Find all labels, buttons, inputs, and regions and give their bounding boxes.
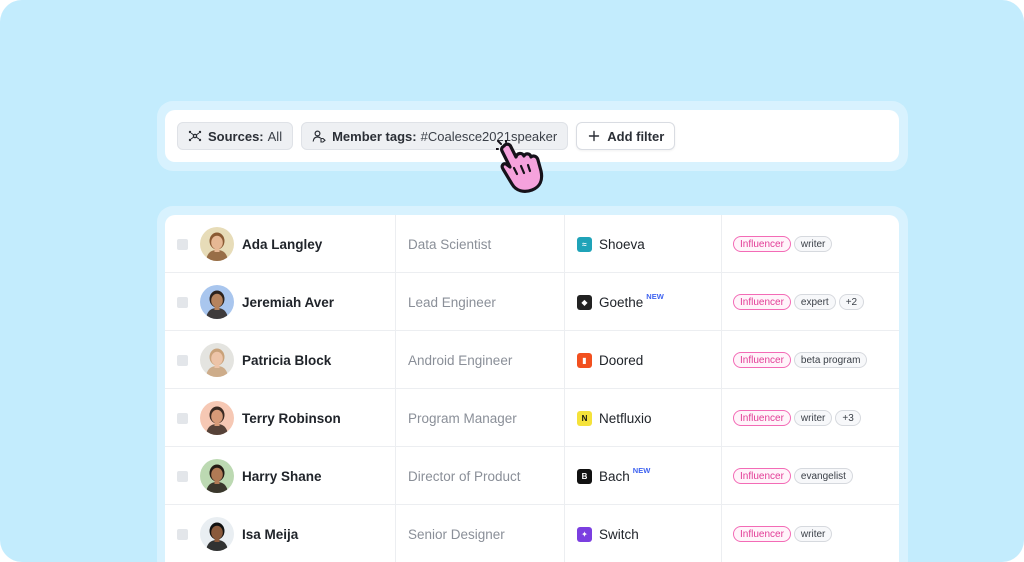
- member-tag[interactable]: +2: [838, 294, 865, 310]
- member-role-cell: Android Engineer: [396, 331, 565, 389]
- member-role-cell: Senior Designer: [396, 505, 565, 562]
- table-row[interactable]: Isa Meija Senior Designer ✦ Switch Influ…: [165, 505, 899, 562]
- new-badge: NEW: [632, 465, 651, 475]
- members-table: Ada Langley Data Scientist ≈ Shoeva Infl…: [165, 215, 899, 562]
- table-row[interactable]: Ada Langley Data Scientist ≈ Shoeva Infl…: [165, 215, 899, 273]
- table-row[interactable]: Harry Shane Director of Product B Bach N…: [165, 447, 899, 505]
- member-tag[interactable]: expert: [793, 294, 836, 310]
- influencer-tag[interactable]: Influencer: [733, 410, 791, 426]
- influencer-tag[interactable]: Influencer: [733, 352, 791, 368]
- org-logo-icon: ◆: [577, 294, 592, 310]
- org-logo-icon: ✦: [577, 526, 592, 542]
- member-org-cell: ▮ Doored: [565, 331, 722, 389]
- member-tags-cell: Influencer beta program: [722, 331, 899, 389]
- sources-filter-chip[interactable]: Sources: All: [177, 122, 294, 150]
- hand-pointer-cursor-icon: [496, 140, 544, 193]
- member-name[interactable]: Harry Shane: [242, 469, 322, 484]
- influencer-tag[interactable]: Influencer: [733, 294, 791, 310]
- table-row[interactable]: Jeremiah Aver Lead Engineer ◆ Goethe NEW…: [165, 273, 899, 331]
- org-name[interactable]: Bach: [599, 469, 630, 484]
- member-name-cell: Patricia Block: [165, 331, 396, 389]
- sources-icon: [188, 129, 202, 143]
- org-name[interactable]: Doored: [599, 353, 643, 368]
- row-checkbox[interactable]: [177, 354, 188, 366]
- member-name[interactable]: Patricia Block: [242, 353, 331, 368]
- influencer-tag[interactable]: Influencer: [733, 468, 791, 484]
- member-role: Lead Engineer: [408, 294, 496, 310]
- member-tag[interactable]: beta program: [793, 352, 868, 368]
- member-role: Data Scientist: [408, 236, 492, 252]
- add-filter-label: Add filter: [607, 128, 665, 144]
- member-role-cell: Lead Engineer: [396, 273, 565, 331]
- avatar: [200, 401, 234, 435]
- add-filter-button[interactable]: Add filter: [576, 122, 676, 150]
- member-name[interactable]: Isa Meija: [242, 527, 298, 542]
- row-checkbox[interactable]: [177, 238, 188, 250]
- org-logo-icon: N: [577, 410, 592, 426]
- member-org-cell: ◆ Goethe NEW: [565, 273, 722, 331]
- member-org-cell: ≈ Shoeva: [565, 215, 722, 273]
- org-name[interactable]: Netfluxio: [599, 411, 652, 426]
- org-logo-icon: B: [577, 468, 592, 484]
- member-role: Director of Product: [408, 468, 521, 484]
- background-canvas: Sources: All Member tags: #Coalesce2021s…: [0, 0, 1024, 562]
- sources-filter-label: Sources:: [208, 128, 264, 144]
- row-checkbox[interactable]: [177, 296, 188, 308]
- org-logo-icon: ▮: [577, 352, 592, 368]
- member-name-cell: Isa Meija: [165, 505, 396, 562]
- member-role: Android Engineer: [408, 352, 513, 368]
- member-tag[interactable]: writer: [793, 526, 833, 542]
- member-tags-filter-label: Member tags:: [332, 128, 417, 144]
- row-checkbox[interactable]: [177, 412, 188, 424]
- member-tags-icon: [312, 129, 326, 143]
- org-name[interactable]: Shoeva: [599, 237, 645, 252]
- table-row[interactable]: Patricia Block Android Engineer ▮ Doored…: [165, 331, 899, 389]
- sources-filter-value: All: [267, 128, 283, 144]
- member-name[interactable]: Ada Langley: [242, 237, 322, 252]
- influencer-tag[interactable]: Influencer: [733, 236, 791, 252]
- new-badge: NEW: [646, 291, 664, 301]
- member-org-cell: ✦ Switch: [565, 505, 722, 562]
- member-org-cell: N Netfluxio: [565, 389, 722, 447]
- member-tags-cell: Influencer evangelist: [722, 447, 899, 505]
- avatar: [200, 343, 234, 377]
- member-tags-cell: Influencer writer: [722, 215, 899, 273]
- member-org-cell: B Bach NEW: [565, 447, 722, 505]
- avatar: [200, 285, 234, 319]
- plus-icon: [587, 129, 601, 143]
- member-name-cell: Jeremiah Aver: [165, 273, 396, 331]
- org-name[interactable]: Switch: [599, 527, 639, 542]
- member-tags-cell: Influencer expert +2: [722, 273, 899, 331]
- row-checkbox[interactable]: [177, 528, 188, 540]
- member-name-cell: Ada Langley: [165, 215, 396, 273]
- influencer-tag[interactable]: Influencer: [733, 526, 791, 542]
- member-name[interactable]: Terry Robinson: [242, 411, 341, 426]
- member-role: Senior Designer: [408, 526, 505, 542]
- org-name[interactable]: Goethe: [599, 295, 643, 310]
- member-tag[interactable]: +3: [835, 410, 861, 426]
- table-row[interactable]: Terry Robinson Program Manager N Netflux…: [165, 389, 899, 447]
- avatar: [200, 459, 234, 493]
- row-checkbox[interactable]: [177, 470, 188, 482]
- member-tag[interactable]: evangelist: [793, 468, 853, 484]
- member-name-cell: Terry Robinson: [165, 389, 396, 447]
- member-name-cell: Harry Shane: [165, 447, 396, 505]
- member-tags-cell: Influencer writer +3: [722, 389, 899, 447]
- member-name[interactable]: Jeremiah Aver: [242, 295, 334, 310]
- member-tags-cell: Influencer writer: [722, 505, 899, 562]
- avatar: [200, 517, 234, 551]
- member-role-cell: Director of Product: [396, 447, 565, 505]
- member-role-cell: Data Scientist: [396, 215, 565, 273]
- member-tag[interactable]: writer: [793, 236, 833, 252]
- member-role: Program Manager: [408, 410, 517, 426]
- avatar: [200, 227, 234, 261]
- member-tag[interactable]: writer: [793, 410, 833, 426]
- org-logo-icon: ≈: [577, 236, 592, 252]
- member-role-cell: Program Manager: [396, 389, 565, 447]
